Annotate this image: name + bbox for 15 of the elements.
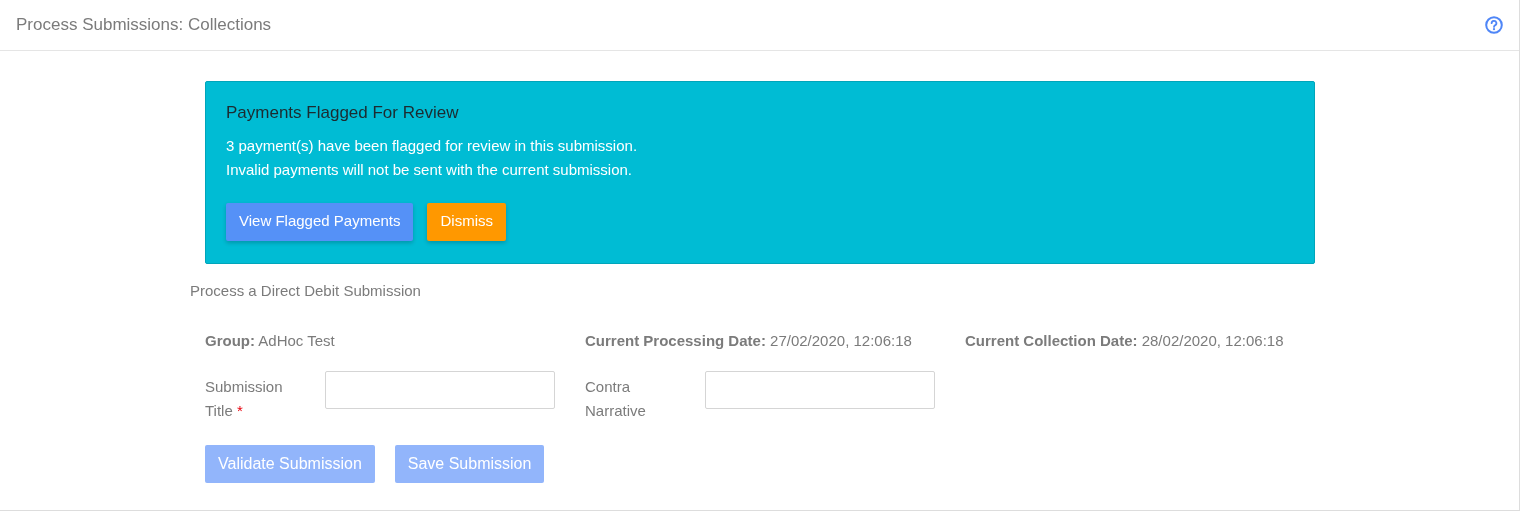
- alert-message: 3 payment(s) have been flagged for review in this submission.: [226, 135, 639, 156]
- info-text: Group: AdHoc Test: [205, 332, 335, 349]
- field-label: Contra Narrative: [585, 377, 647, 421]
- page-title: Process Submissions: Collections: [16, 14, 272, 37]
- section-title: Process a Direct Debit Submission: [190, 282, 421, 299]
- alert-title: Payments Flagged For Review: [226, 102, 460, 124]
- info-text: Current Processing Date: 27/02/2020, 12:06:18: [585, 332, 912, 349]
- view-button[interactable]: View Flagged Payments: [226, 202, 414, 241]
- text-field[interactable]: [325, 371, 555, 409]
- help-icon[interactable]: [1485, 16, 1503, 34]
- info-text: Current Collection Date: 28/02/2020, 12:06:18: [965, 332, 1284, 349]
- alert-message: Invalid payments will not be sent with the current submission.: [226, 159, 634, 180]
- dismiss-button[interactable]: Dismiss: [427, 202, 506, 241]
- field-label: Submission Title *: [205, 377, 284, 421]
- text-field[interactable]: [705, 371, 935, 409]
